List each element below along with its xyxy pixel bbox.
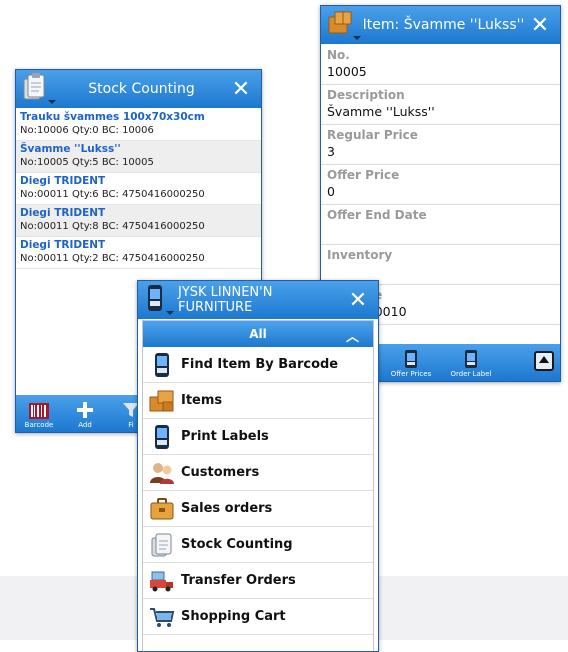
section-label: All	[249, 327, 267, 341]
toolbar-label: Order Label	[450, 370, 492, 378]
menu-item-label: Sales orders	[181, 501, 273, 516]
field-value[interactable]: 0	[327, 183, 554, 201]
barcode-icon	[29, 403, 49, 419]
field-no: No. 10005	[321, 45, 560, 85]
field-label: No.	[327, 48, 350, 62]
plus-icon	[77, 402, 93, 418]
field-inventory: Inventory	[321, 245, 560, 285]
truck-icon	[147, 568, 177, 594]
menu-item-print-labels[interactable]: Print Labels	[143, 419, 373, 455]
shopping-cart-icon	[147, 604, 177, 630]
toolbar-label: Fi	[128, 421, 134, 429]
barcode-scanner-icon[interactable]	[144, 284, 174, 316]
list-item[interactable]: Diegi TRIDENT No:00011 Qty:8 BC: 4750416…	[16, 205, 261, 237]
item-info: No:10005 Qty:5 BC: 10005	[20, 157, 154, 168]
field-value[interactable]: Švamme ''Lukss''	[327, 103, 554, 121]
menu-item-stock-counting[interactable]: Stock Counting	[143, 527, 373, 563]
menu-item-label: Transfer Orders	[181, 573, 296, 588]
close-icon[interactable]: ✕	[227, 77, 255, 102]
item-name: Diegi TRIDENT	[20, 207, 106, 219]
item-name: Diegi TRIDENT	[20, 239, 106, 251]
menu-item-shopping-cart[interactable]: Shopping Cart	[143, 599, 373, 635]
menu-item-label: Print Labels	[181, 429, 269, 444]
barcode-scanner-icon	[147, 352, 177, 378]
item-info: No:00011 Qty:8 BC: 4750416000250	[20, 221, 205, 232]
section-header-all[interactable]: All ︿	[143, 321, 373, 347]
people-icon	[147, 460, 177, 486]
item-name: Diegi TRIDENT	[20, 175, 106, 187]
main-menu-window: JYSK LINNEN'N FURNITURE ✕ All ︿ Find Ite…	[137, 280, 379, 652]
offer-prices-button[interactable]: Offer Prices	[381, 344, 441, 381]
field-value[interactable]: 10005	[327, 63, 554, 81]
menu-item-items[interactable]: Items	[143, 383, 373, 419]
add-button[interactable]: Add	[62, 395, 108, 432]
field-offer-end-date: Offer End Date	[321, 205, 560, 245]
boxes-icon[interactable]	[327, 9, 361, 41]
barcode-button[interactable]: Barcode	[16, 395, 62, 432]
stock-counting-titlebar: Stock Counting ✕	[16, 70, 261, 108]
menu-item-label: Find Item By Barcode	[181, 357, 339, 372]
menu-item-customers[interactable]: Customers	[143, 455, 373, 491]
clipboard-icon	[147, 532, 177, 558]
menu-item-find-item-by-barcode[interactable]: Find Item By Barcode	[143, 347, 373, 383]
list-item[interactable]: Trauku švammes 100x70x30cm No:10006 Qty:…	[16, 109, 261, 141]
toolbar-label: Offer Prices	[390, 370, 432, 378]
window-title: Item: Švamme ''Lukss''	[362, 17, 525, 33]
list-item[interactable]: Švamme ''Lukss'' No:10005 Qty:5 BC: 1000…	[16, 141, 261, 173]
field-offer-price: Offer Price 0	[321, 165, 560, 205]
list-item[interactable]: Diegi TRIDENT No:00011 Qty:6 BC: 4750416…	[16, 173, 261, 205]
barcode-scanner-icon	[147, 424, 177, 450]
window-title: Stock Counting	[88, 81, 195, 97]
field-label: Offer Price	[327, 168, 400, 182]
menu-item-sales-orders[interactable]: Sales orders	[143, 491, 373, 527]
menu-item-label: Items	[181, 393, 223, 408]
item-info: No:10006 Qty:0 BC: 10006	[20, 125, 154, 136]
item-titlebar: Item: Švamme ''Lukss'' ✕	[321, 6, 560, 44]
barcode-scanner-icon	[465, 350, 477, 368]
window-title: JYSK LINNEN'N FURNITURE	[178, 285, 273, 315]
field-label: Description	[327, 88, 405, 102]
menu-item-transfer-orders[interactable]: Transfer Orders	[143, 563, 373, 599]
list-item[interactable]: Diegi TRIDENT No:00011 Qty:2 BC: 4750416…	[16, 237, 261, 269]
field-value[interactable]: 3	[327, 143, 554, 161]
boxes-icon	[147, 388, 177, 414]
order-label-button[interactable]: Order Label	[441, 344, 501, 381]
item-name: Švamme ''Lukss''	[20, 143, 121, 155]
menu-titlebar: JYSK LINNEN'N FURNITURE ✕	[138, 281, 378, 319]
clipboard-icon[interactable]	[22, 73, 56, 105]
field-description: Description Švamme ''Lukss''	[321, 85, 560, 125]
close-icon[interactable]: ✕	[344, 288, 372, 313]
stock-count-list: Trauku švammes 100x70x30cm No:10006 Qty:…	[16, 109, 261, 269]
field-label: Regular Price	[327, 128, 418, 142]
menu-item-label: Customers	[181, 465, 260, 480]
toolbar-label: Add	[78, 421, 92, 429]
field-regular-price: Regular Price 3	[321, 125, 560, 165]
field-label: Inventory	[327, 248, 393, 262]
menu-item-label: Shopping Cart	[181, 609, 286, 624]
item-info: No:00011 Qty:2 BC: 4750416000250	[20, 253, 205, 264]
item-info: No:00011 Qty:6 BC: 4750416000250	[20, 189, 205, 200]
chevron-up-icon: ︿	[345, 330, 359, 345]
scroll-to-top-icon[interactable]	[534, 351, 554, 371]
menu-item-label: Stock Counting	[181, 537, 293, 552]
item-name: Trauku švammes 100x70x30cm	[20, 111, 205, 123]
close-icon[interactable]: ✕	[526, 13, 554, 38]
barcode-scanner-icon	[405, 350, 417, 368]
menu-panel: All ︿ Find Item By Barcode Items Print L…	[142, 320, 374, 651]
field-label: Offer End Date	[327, 208, 427, 222]
toolbar-label: Barcode	[24, 421, 54, 429]
briefcase-icon	[147, 496, 177, 522]
